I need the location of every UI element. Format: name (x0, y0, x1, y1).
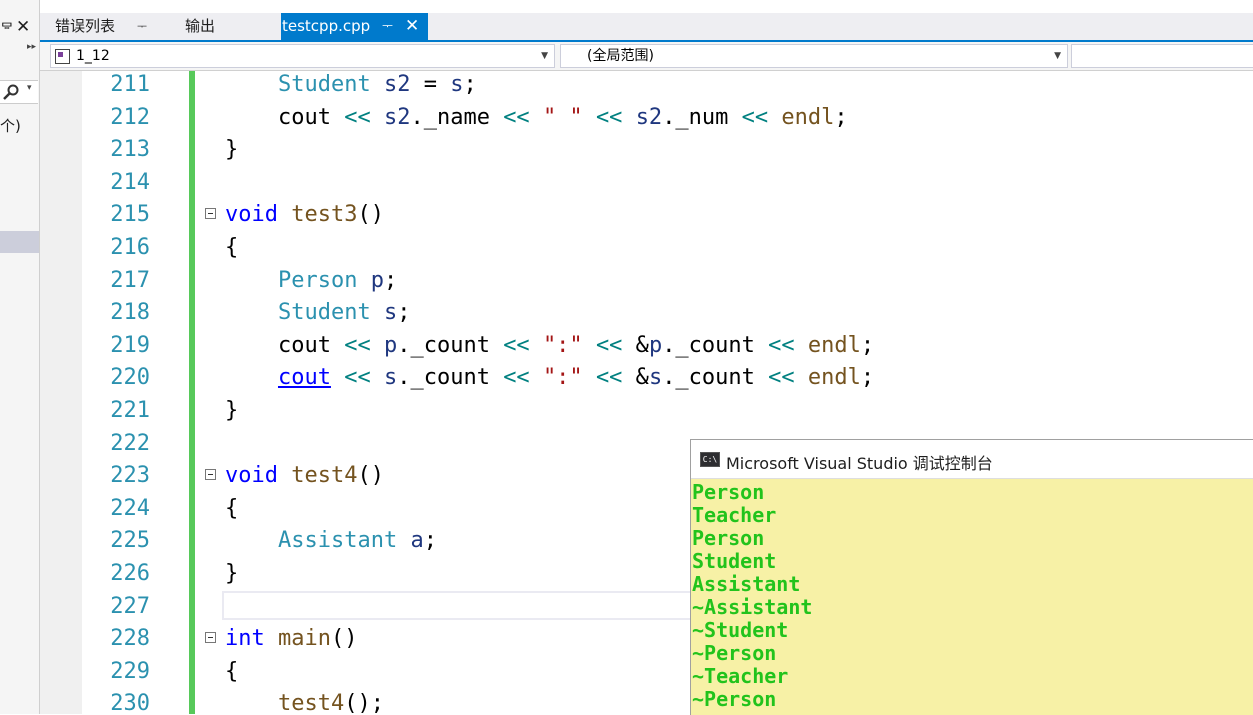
line-number: 229 (110, 659, 150, 684)
code-text: cout << s2._name << " " << s2._num << en… (225, 105, 848, 130)
project-icon (55, 49, 70, 64)
document-tab-strip: 错误列表 ᅮ 输出 testcpp.cpp ᅮ ✕ (40, 13, 1253, 40)
line-number: 220 (110, 365, 150, 390)
line-number: 225 (110, 528, 150, 553)
overflow-chevron-icon[interactable]: ▸▸ (27, 42, 36, 52)
code-line[interactable]: 214 (40, 167, 1253, 199)
console-output-line: Assistant (692, 572, 801, 596)
code-line[interactable]: 221} (40, 395, 1253, 427)
console-title: Microsoft Visual Studio 调试控制台 (726, 454, 993, 473)
code-line[interactable]: 211 Student s2 = s; (40, 71, 1253, 101)
code-text: { (225, 235, 239, 260)
line-number: 228 (110, 626, 150, 651)
chevron-down-icon: ▼ (541, 51, 548, 61)
code-text: void test3() (225, 202, 384, 227)
line-number: 212 (110, 105, 150, 130)
member-dropdown[interactable] (1071, 44, 1253, 68)
tab-label: testcpp.cpp (282, 17, 371, 35)
tab-label: 错误列表 (55, 17, 116, 35)
fold-toggle-icon[interactable] (205, 208, 216, 219)
code-text: { (225, 659, 239, 684)
line-number: 226 (110, 561, 150, 586)
console-output-line: Student (692, 549, 777, 573)
console-output-line: Person (692, 480, 765, 504)
solution-explorer-panel: ᄝ ✕ ▸▸ ▾ 个) (0, 0, 40, 714)
code-text: int main() (225, 626, 358, 651)
line-number: 215 (110, 202, 150, 227)
close-icon[interactable]: ✕ (405, 13, 419, 40)
console-output-line: ~Teacher (692, 664, 789, 688)
fold-toggle-icon[interactable] (205, 632, 216, 643)
code-text: Assistant a; (277, 528, 437, 553)
code-text: } (225, 398, 239, 423)
code-text: Person p; (277, 268, 398, 293)
line-number: 223 (110, 463, 150, 488)
console-title-bar[interactable]: C:\ Microsoft Visual Studio 调试控制台 (691, 440, 1253, 479)
code-text: cout << s._count << ":" << &s._count << … (277, 365, 875, 390)
line-number: 221 (110, 398, 150, 423)
pin-icon[interactable]: ᅮ (382, 13, 393, 40)
scope-name: (全局范围) (587, 48, 654, 64)
code-line[interactable]: 220 cout << s._count << ":" << &s._count… (40, 362, 1253, 394)
code-text: Student s2 = s; (277, 72, 477, 97)
fold-toggle-icon[interactable] (205, 469, 216, 480)
code-text: } (225, 137, 239, 162)
line-number: 213 (110, 137, 150, 162)
tab-error-list[interactable]: 错误列表 ᅮ (47, 13, 170, 40)
code-line[interactable]: 215 void test3() (40, 199, 1253, 231)
line-number: 211 (110, 72, 150, 97)
code-line[interactable]: 217 Person p; (40, 265, 1253, 297)
code-line[interactable]: 213} (40, 134, 1253, 166)
console-output-line: ~Assistant (692, 595, 813, 619)
debug-console-window[interactable]: C:\ Microsoft Visual Studio 调试控制台 Person… (690, 439, 1253, 715)
search-input[interactable]: ▾ (0, 80, 38, 104)
console-output-line: Teacher (692, 503, 777, 527)
code-text: Student s; (277, 300, 411, 325)
code-text: void test4() (225, 463, 384, 488)
code-text: cout << p._count << ":" << &p._count << … (225, 333, 875, 358)
tab-testcpp[interactable]: testcpp.cpp ᅮ ✕ (281, 13, 428, 40)
console-output-line: ~Person (692, 641, 777, 665)
tab-label: 输出 (185, 17, 216, 35)
line-number: 218 (110, 300, 150, 325)
scope-dropdown[interactable]: (全局范围) ▼ (560, 44, 1068, 68)
line-number: 214 (110, 170, 150, 195)
close-icon[interactable]: ✕ (16, 17, 30, 37)
console-output-line: ~Student (692, 618, 789, 642)
code-line[interactable]: 218 Student s; (40, 297, 1253, 329)
line-number: 216 (110, 235, 150, 260)
line-number: 219 (110, 333, 150, 358)
tab-output[interactable]: 输出 (177, 13, 265, 40)
search-icon (3, 84, 19, 100)
project-name: 1_12 (76, 48, 110, 64)
code-text: test4(); (277, 691, 384, 714)
navigation-bar: 1_12 ▼ (全局范围) ▼ (40, 42, 1253, 71)
line-number: 217 (110, 268, 150, 293)
code-text: } (225, 561, 239, 586)
pin-icon[interactable]: ᄝ (0, 18, 14, 39)
item-count-label: 个) (0, 117, 21, 135)
console-icon: C:\ (700, 452, 720, 467)
code-line[interactable]: 216 { (40, 232, 1253, 264)
console-output-line: ~Person (692, 687, 777, 711)
code-line[interactable]: 212 cout << s2._name << " " << s2._num <… (40, 102, 1253, 134)
code-line[interactable]: 219 cout << p._count << ":" << &p._count… (40, 330, 1253, 362)
console-output-line: Person (692, 526, 765, 550)
project-dropdown[interactable]: 1_12 ▼ (50, 44, 555, 68)
console-output: Person Teacher Person Student Assistant ~Assi… (692, 481, 812, 711)
pin-icon[interactable]: ᅮ (137, 13, 147, 40)
line-number: 230 (110, 691, 150, 714)
selected-tree-item[interactable] (0, 231, 39, 253)
line-number: 224 (110, 496, 150, 521)
line-number: 227 (110, 594, 150, 619)
search-dropdown-icon[interactable]: ▾ (27, 83, 32, 93)
chevron-down-icon: ▼ (1054, 51, 1061, 61)
code-text: { (225, 496, 239, 521)
line-number: 222 (110, 431, 150, 456)
